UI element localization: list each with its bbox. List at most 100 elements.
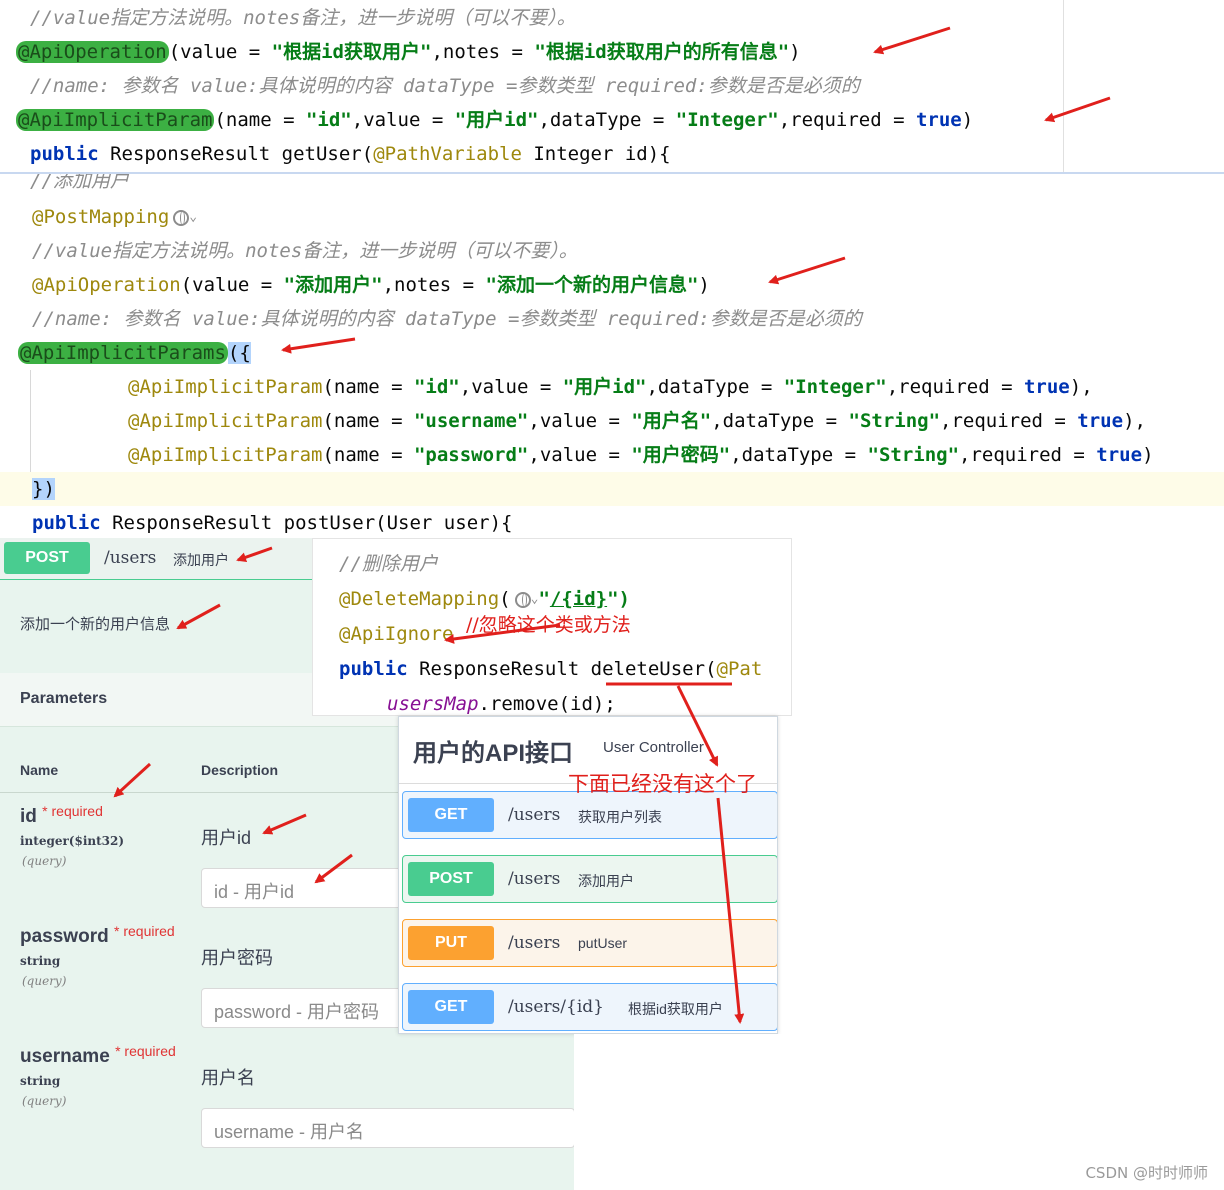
post-mapping-line: @PostMapping ⌄ [32, 200, 197, 235]
operation-summary: 添加用户 [578, 873, 634, 889]
string-literal: " [538, 588, 550, 610]
code-text: ResponseResult getUser( [98, 143, 374, 165]
api-list-panel: 用户的API接口 User Controller GET /users 获取用户… [398, 716, 778, 1034]
required-label: required [124, 1043, 176, 1059]
code-text: ,value = [351, 109, 455, 131]
string-literal: "Integer" [675, 109, 779, 131]
chevron-down-icon[interactable]: ⌄ [189, 210, 197, 225]
code-text: ,dataType = [730, 444, 868, 466]
param-description: 用户id [201, 828, 252, 848]
operation-path: /users [508, 933, 561, 953]
indent-guide [30, 370, 31, 472]
param-input-username[interactable]: username - 用户名 [201, 1108, 575, 1148]
field-ref: usersMap [387, 693, 479, 715]
string-literal: "id" [305, 109, 352, 131]
code-text: ResponseResult postUser(User user){ [100, 512, 513, 534]
operation-put-users[interactable]: PUT /users putUser [402, 919, 777, 967]
code-text: (name = [214, 109, 306, 131]
mapping-path[interactable]: /{id} [550, 588, 607, 610]
code-text: ,notes = [382, 274, 486, 296]
comment: //value指定方法说明。notes备注，进一步说明（可以不要）。 [32, 240, 578, 262]
implicit-param-annotation: @ApiImplicitParam [128, 376, 323, 398]
code-text: ,value = [528, 410, 632, 432]
operation-summary: 根据id获取用户 [628, 1001, 723, 1017]
keyword: public [32, 512, 101, 534]
implicit-params-annotation: @ApiImplicitParams [18, 342, 228, 364]
annotation-cut: @Pat [716, 658, 763, 680]
code-text: ) [1142, 444, 1154, 466]
code-text: ( [499, 588, 511, 610]
globe-icon[interactable] [173, 209, 190, 226]
code-text: ) [698, 274, 710, 296]
globe-icon[interactable] [514, 591, 531, 608]
code-panel-middle: //添加用户 @PostMapping ⌄ //value指定方法说明。notes… [0, 172, 1224, 538]
string-literal: "用户id" [454, 109, 539, 131]
comment: //name: 参数名 value:具体说明的内容 dataType =参数类型… [32, 308, 862, 330]
operation-header[interactable]: POST /users 添加用户 [0, 538, 312, 580]
comment-name-line: //name: 参数名 value:具体说明的内容 dataType =参数类型… [30, 69, 860, 103]
param-in: (query) [22, 854, 67, 868]
parameters-title: Parameters [20, 690, 108, 707]
string-literal: "添加一个新的用户信息" [485, 274, 699, 296]
comment-value-line: //value指定方法说明。notes备注，进一步说明（可以不要）。 [30, 1, 576, 35]
implicit-param-annotation: @ApiImplicitParam [128, 410, 323, 432]
param-type: integer($int32) [20, 834, 125, 848]
post-mapping-annotation: @PostMapping [32, 206, 170, 228]
string-literal: "添加用户" [283, 274, 383, 296]
string-literal: "Integer" [783, 376, 887, 398]
comment-name-line: //name: 参数名 value:具体说明的内容 dataType =参数类型… [32, 302, 862, 336]
operation-post-users[interactable]: POST /users 添加用户 [402, 855, 777, 903]
keyword-true: true [1096, 444, 1143, 466]
required-marker: * required [113, 923, 175, 939]
string-literal: "用户id" [562, 376, 647, 398]
api-group-title: 用户的API接口 [413, 740, 574, 767]
implicit-param-annotation: @ApiImplicitParam [16, 109, 215, 131]
code-text: Integer id){ [521, 143, 671, 165]
post-user-method-line: public ResponseResult postUser(User user… [32, 506, 512, 538]
operation-get-user-by-id[interactable]: GET /users/{id} 根据id获取用户 [402, 983, 777, 1031]
get-method-badge: GET [408, 990, 494, 1024]
implicit-param-annotation: @ApiImplicitParam [128, 444, 323, 466]
keyword: public [30, 143, 99, 165]
comment: //value指定方法说明。notes备注，进一步说明（可以不要）。 [30, 7, 576, 29]
operation-path: /users [508, 869, 561, 889]
code-text: ({ [227, 342, 251, 364]
implicit-param-line: @ApiImplicitParam (name = "id",value = "用… [16, 103, 973, 137]
param-type: string [20, 1074, 61, 1088]
param-in: (query) [22, 974, 67, 988]
required-label: required [123, 923, 175, 939]
string-literal: "根据id获取用户的所有信息" [534, 41, 790, 63]
required-marker: * required [115, 1043, 176, 1059]
operation-path: /users [104, 548, 157, 568]
comment-add-line: //添加用户 [30, 174, 129, 198]
operation-get-users[interactable]: GET /users 获取用户列表 [402, 791, 777, 839]
param-name-password: password * required [20, 923, 175, 948]
path-variable-annotation: @PathVariable [373, 143, 522, 165]
param-description: 用户名 [201, 1068, 255, 1088]
code-text: }) [32, 478, 55, 500]
api-ignore-line: @ApiIgnore [339, 617, 453, 651]
code-text: ,notes = [431, 41, 535, 63]
required-marker: * required [42, 803, 103, 819]
keyword-true: true [915, 109, 962, 131]
param-in: (query) [22, 1094, 67, 1108]
current-line-highlight [0, 472, 1224, 506]
comment-value-line: //value指定方法说明。notes备注，进一步说明（可以不要）。 [32, 234, 578, 268]
code-text: ,dataType = [711, 410, 849, 432]
code-text: ,required = [959, 444, 1097, 466]
put-method-badge: PUT [408, 926, 494, 960]
operation-description: 添加一个新的用户信息 [20, 616, 171, 633]
code-text: ) [961, 109, 974, 131]
param-name-text: password [20, 926, 109, 947]
string-literal: "id" [413, 376, 460, 398]
param-name-text: id [20, 806, 37, 827]
api-group-subtitle: User Controller [603, 739, 704, 756]
comment: //删除用户 [339, 553, 438, 575]
implicit-param-line-3: @ApiImplicitParam(name = "password",valu… [128, 438, 1154, 472]
column-header-name: Name [20, 762, 59, 778]
get-user-method-line: public ResponseResult getUser(@PathVaria… [30, 137, 671, 171]
column-header-description: Description [201, 762, 279, 778]
code-panel-top: //value指定方法说明。notes备注，进一步说明（可以不要）。 @ApiO… [0, 0, 1064, 172]
string-literal: "根据id获取用户" [271, 41, 432, 63]
removed-note: 下面已经没有这个了 [568, 772, 757, 796]
